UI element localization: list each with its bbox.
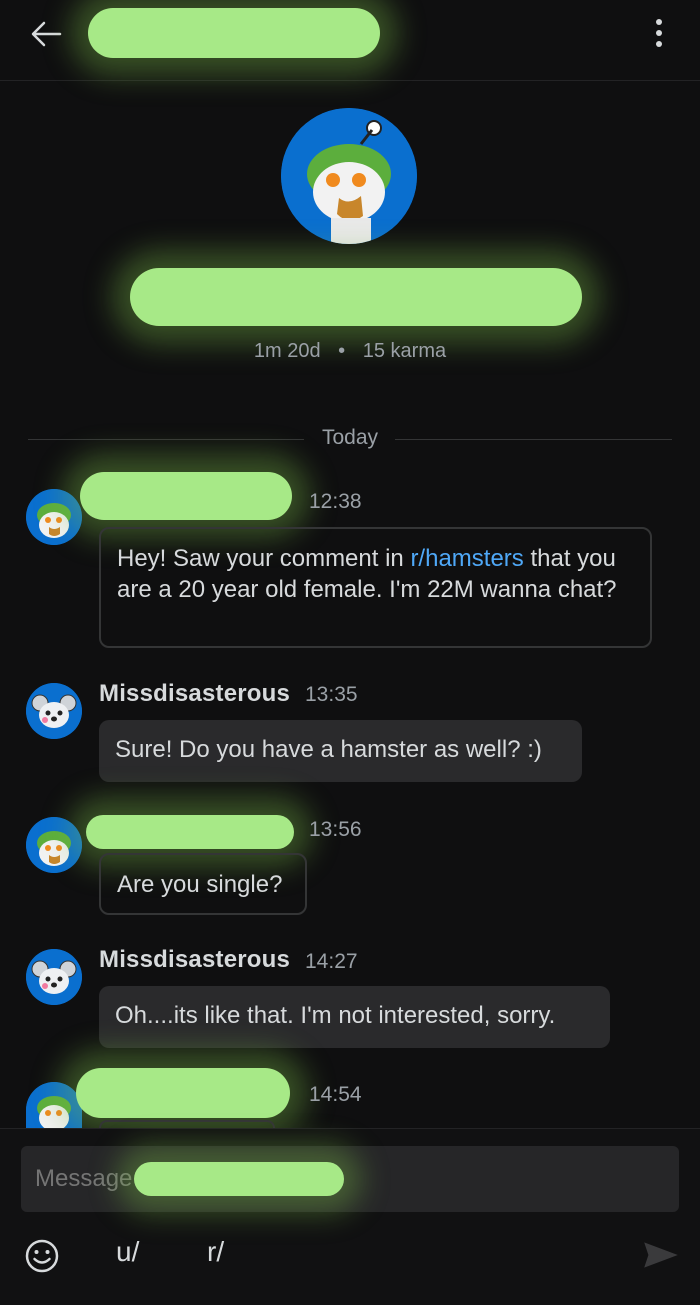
message-bubble[interactable]: Oh....its like that. I'm not interested,… [99,986,610,1048]
message-bubble[interactable]: Are you single? [99,853,307,915]
back-arrow-icon[interactable] [26,14,66,54]
koala-avatar-icon [26,683,82,739]
message-bubble[interactable] [99,1120,275,1128]
subreddit-link[interactable]: r/hamsters [410,545,523,572]
karma-count: 15 karma [362,340,447,362]
snoo-avatar-icon [281,108,417,244]
meta-separator: • [338,340,346,362]
account-age: 1m 20d [253,340,321,362]
profile-avatar[interactable] [281,108,417,244]
divider-right [395,439,672,440]
redacted-sender-name [80,472,292,520]
date-divider-label: Today [321,426,379,449]
sender-name[interactable]: Missdisasterous [99,946,290,974]
redacted-username-header [88,8,380,58]
redacted-sender-name [76,1068,290,1118]
profile-meta: 1m 20d • 15 karma [0,340,700,363]
insert-subreddit-button[interactable]: r/ [207,1236,224,1268]
message-bubble[interactable]: Sure! Do you have a hamster as well? :) [99,720,582,782]
sender-avatar[interactable] [26,949,82,1005]
message-input[interactable] [21,1146,679,1212]
emoji-icon[interactable] [22,1236,62,1276]
message-bubble[interactable]: Hey! Saw your comment in r/hamsters that… [99,527,652,648]
snoo-avatar-icon [26,817,82,873]
message-time: 13:35 [305,683,358,706]
sender-avatar[interactable] [26,817,82,873]
more-vertical-icon[interactable] [644,16,674,50]
sender-avatar[interactable] [26,489,82,545]
divider-left [28,439,304,440]
sender-avatar[interactable] [26,683,82,739]
message-time: 14:54 [309,1083,362,1106]
redacted-profile-name [130,268,582,326]
sender-avatar[interactable] [26,1082,82,1128]
message-time: 13:56 [309,818,362,841]
snoo-avatar-icon [26,1082,82,1128]
send-icon[interactable] [640,1234,682,1276]
redacted-sender-name [86,815,294,849]
koala-avatar-icon [26,949,82,1005]
sender-name[interactable]: Missdisasterous [99,680,290,708]
insert-user-button[interactable]: u/ [116,1236,139,1268]
message-time: 14:27 [305,950,358,973]
redacted-input-placeholder [134,1162,344,1196]
snoo-avatar-icon [26,489,82,545]
message-time: 12:38 [309,490,362,513]
chat-header [0,0,700,81]
